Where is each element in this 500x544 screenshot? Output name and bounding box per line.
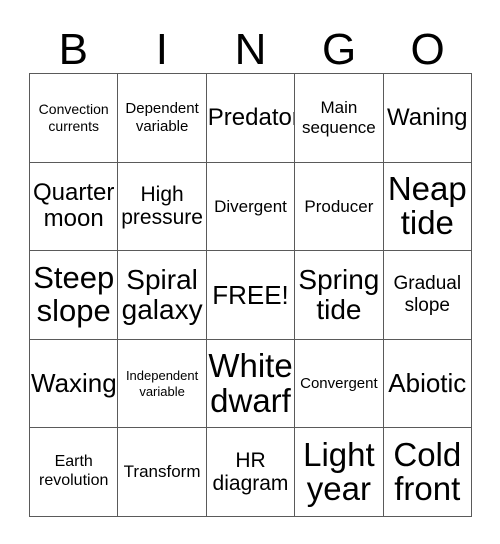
bingo-cell[interactable]: Earth revolution: [30, 428, 119, 517]
bingo-cell-label: Waning: [387, 103, 468, 131]
bingo-cell[interactable]: Predator: [206, 74, 296, 163]
bingo-cell[interactable]: Light year: [295, 428, 384, 517]
bingo-cell[interactable]: Main sequence: [295, 74, 384, 163]
bingo-cell-label: Transform: [123, 462, 201, 482]
bingo-cell[interactable]: Gradual slope: [383, 251, 472, 340]
bingo-cell-label: Spring tide: [298, 263, 380, 325]
bingo-cell[interactable]: Neap tide: [383, 162, 472, 252]
bingo-cell-label: Neap tide: [387, 169, 467, 242]
bingo-cell[interactable]: Quarter moon: [30, 162, 119, 252]
bingo-cell-label: White dwarf: [208, 346, 293, 419]
bingo-cell-label: Convection currents: [38, 101, 109, 134]
bingo-cell[interactable]: Spiral galaxy: [118, 251, 207, 340]
bingo-cell-label: Main sequence: [302, 98, 376, 137]
bingo-cell[interactable]: Waning: [383, 74, 472, 163]
bingo-cell[interactable]: Producer: [295, 162, 384, 252]
bingo-cell-label: Dependent variable: [125, 100, 199, 135]
bingo-card: B I N G O Convection currents Dependent v…: [0, 0, 500, 544]
bingo-cell[interactable]: Dependent variable: [118, 74, 207, 163]
bingo-cell-label: Steep slope: [33, 260, 115, 328]
bingo-cell[interactable]: White dwarf: [206, 339, 296, 429]
bingo-cell[interactable]: Abiotic: [383, 339, 472, 429]
bingo-cell-label: Divergent: [214, 196, 287, 216]
bingo-cell-label: Independent variable: [125, 368, 199, 399]
bingo-cell[interactable]: HR diagram: [206, 428, 296, 517]
bingo-cell-label: Spiral galaxy: [121, 263, 203, 325]
bingo-cell-label: Convergent: [300, 374, 378, 392]
bingo-cell-label: Earth revolution: [39, 453, 109, 490]
bingo-cell[interactable]: Independent variable: [118, 339, 207, 429]
bingo-cell-label: Quarter moon: [33, 179, 115, 233]
bingo-cell[interactable]: Convection currents: [30, 74, 119, 163]
header-letter-i: I: [155, 25, 168, 74]
bingo-cell-label: Producer: [304, 196, 374, 216]
bingo-cell-free[interactable]: FREE!: [206, 251, 296, 340]
bingo-cell[interactable]: Spring tide: [295, 251, 384, 340]
bingo-header: B I N G O: [29, 22, 472, 72]
header-letter-g: G: [321, 25, 357, 74]
bingo-cell-label: Abiotic: [388, 368, 467, 399]
bingo-cell-label: High pressure: [121, 182, 203, 230]
header-letter-b: B: [58, 25, 88, 74]
bingo-cell[interactable]: Transform: [118, 428, 207, 517]
header-letter-n: N: [234, 25, 267, 74]
bingo-cell[interactable]: Waxing: [30, 339, 119, 429]
bingo-cell-label: Waxing: [31, 368, 117, 399]
bingo-cell-label: Cold front: [393, 435, 462, 508]
bingo-cell[interactable]: Convergent: [295, 339, 384, 429]
bingo-cell-label: Gradual slope: [393, 273, 462, 316]
bingo-grid: Convection currents Dependent variable Pre…: [29, 73, 472, 517]
free-space-label: FREE!: [212, 279, 289, 310]
bingo-cell[interactable]: High pressure: [118, 162, 207, 252]
bingo-cell[interactable]: Steep slope: [30, 251, 119, 340]
bingo-cell-label: Light year: [303, 435, 375, 508]
bingo-cell-label: Predator: [207, 103, 296, 131]
header-letter-o: O: [410, 25, 445, 74]
bingo-cell[interactable]: Divergent: [206, 162, 296, 252]
bingo-cell-label: HR diagram: [212, 448, 289, 496]
bingo-cell[interactable]: Cold front: [383, 428, 472, 517]
